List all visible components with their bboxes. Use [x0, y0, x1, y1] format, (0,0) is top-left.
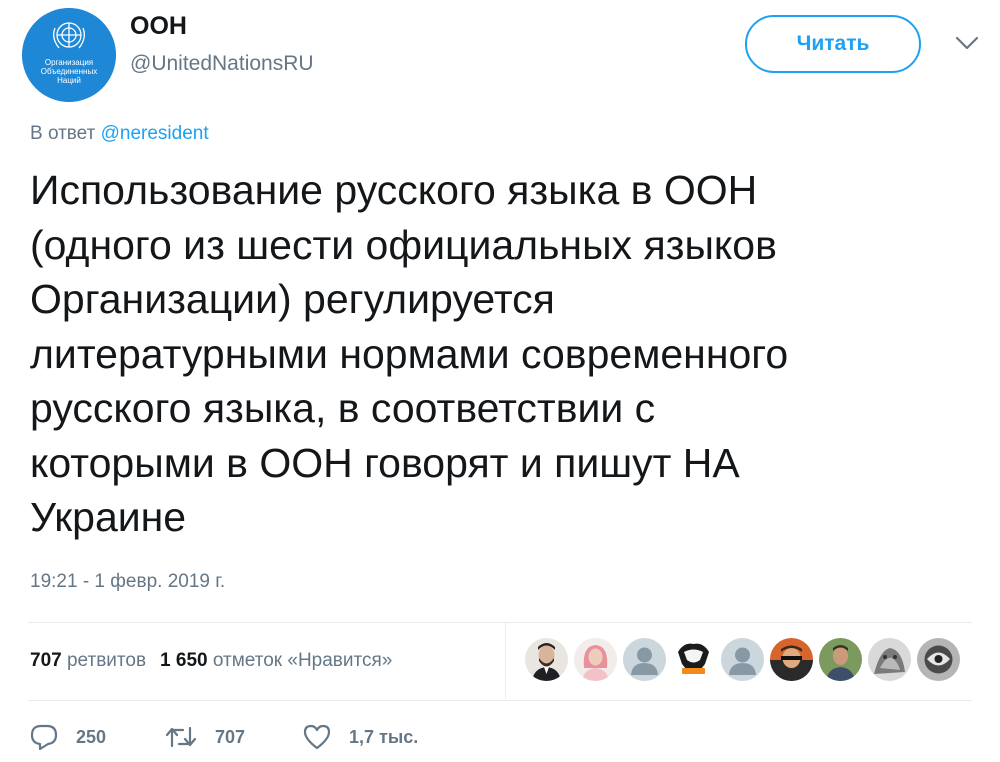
liker-avatar-woman-pink-hair [574, 638, 617, 681]
avatar-caption-line: Наций [57, 76, 81, 85]
virtus-pro-logo-icon [672, 638, 715, 681]
liker-avatar-7[interactable] [819, 638, 862, 681]
divider [28, 622, 972, 623]
reply-action[interactable]: 250 [30, 724, 165, 750]
stats-separator [505, 623, 506, 699]
liker-avatars [525, 638, 960, 681]
engagement-stats: 707 ретвитов 1 650 отметок «Нравится» [30, 650, 392, 672]
liker-avatar-photo [819, 638, 862, 681]
liker-avatar-photo [868, 638, 911, 681]
account-avatar[interactable]: Организация Объединенных Наций [22, 8, 116, 102]
liker-avatar-3[interactable] [623, 638, 666, 681]
liker-avatar-2[interactable] [574, 638, 617, 681]
tweet-timestamp[interactable]: 19:21 - 1 февр. 2019 г. [30, 571, 225, 593]
default-profile-icon [721, 638, 764, 681]
tweet-text: Использование русского языка в ООН (одно… [30, 167, 789, 540]
heart-icon [303, 724, 331, 750]
liker-avatar-man-beard [525, 638, 568, 681]
un-emblem-icon [22, 8, 116, 102]
reply-icon [30, 724, 58, 750]
likes-label: отметок «Нравится» [212, 650, 393, 671]
liker-avatar-9[interactable] [917, 638, 960, 681]
account-handle[interactable]: @UnitedNationsRU [130, 52, 314, 76]
chevron-down-icon[interactable] [954, 34, 980, 52]
follow-button[interactable]: Читать [745, 15, 921, 73]
liker-avatar-photo [770, 638, 813, 681]
reply-context: В ответ @neresident [30, 123, 209, 145]
display-name[interactable]: ООН [130, 12, 187, 41]
retweet-icon [165, 726, 197, 748]
retweets-count: 707 [30, 650, 62, 671]
liker-avatar-8[interactable] [868, 638, 911, 681]
like-action[interactable]: 1,7 тыс. [303, 724, 418, 750]
avatar-caption-line: Объединенных [40, 67, 98, 76]
avatar-caption: Организация Объединенных Наций [22, 58, 116, 85]
tweet-actions: 250 707 1,7 тыс. [30, 724, 418, 750]
retweet-action[interactable]: 707 [165, 725, 303, 749]
retweets-label: ретвитов [66, 650, 147, 671]
like-count: 1,7 тыс. [349, 726, 419, 747]
divider [28, 700, 972, 701]
liker-avatar-1[interactable] [525, 638, 568, 681]
liker-avatar-6[interactable] [770, 638, 813, 681]
reply-count: 250 [76, 726, 107, 747]
reply-prefix: В ответ [30, 123, 96, 144]
avatar-caption-line: Организация [44, 58, 94, 67]
liker-avatar-4[interactable] [672, 638, 715, 681]
default-profile-icon [623, 638, 666, 681]
liker-avatar-photo [917, 638, 960, 681]
retweets-stat[interactable]: 707 ретвитов [30, 650, 146, 671]
likes-stat[interactable]: 1 650 отметок «Нравится» [160, 650, 392, 671]
reply-mention-link[interactable]: @neresident [101, 123, 209, 144]
retweet-count: 707 [215, 726, 246, 747]
liker-avatar-5[interactable] [721, 638, 764, 681]
likes-count: 1 650 [160, 650, 208, 671]
